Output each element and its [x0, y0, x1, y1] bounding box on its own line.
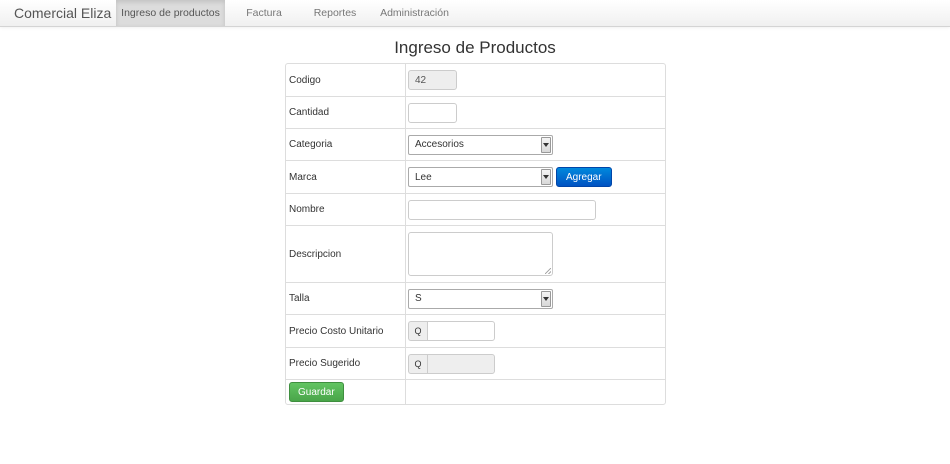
marca-select[interactable]: Lee [408, 167, 553, 187]
brand-logo[interactable]: Comercial Eliza [14, 5, 111, 21]
precio-costo-field[interactable] [427, 321, 495, 341]
precio-sugerido-label: Precio Sugerido [286, 348, 406, 379]
nav-reportes[interactable]: Reportes [302, 0, 368, 26]
row-nombre: Nombre [286, 193, 665, 225]
descripcion-label: Descripcion [286, 226, 406, 282]
precio-sugerido-field[interactable] [427, 353, 495, 374]
categoria-select[interactable]: Accesorios [408, 134, 553, 155]
categoria-label: Categoria [286, 129, 406, 160]
row-actions: Guardar [286, 379, 665, 404]
cantidad-field[interactable] [408, 102, 457, 123]
marca-selected-value: Lee [415, 171, 432, 183]
talla-label: Talla [286, 283, 406, 314]
top-navbar: Comercial Eliza Ingreso de productos Fac… [0, 0, 950, 27]
categoria-selected-value: Accesorios [415, 139, 464, 150]
marca-label: Marca [286, 161, 406, 193]
descripcion-textarea[interactable] [408, 232, 553, 276]
currency-addon: Q [408, 321, 427, 341]
resize-grip-icon[interactable] [545, 268, 551, 274]
row-cantidad: Cantidad [286, 96, 665, 128]
row-talla: Talla S [286, 282, 665, 314]
nav-ingreso-productos[interactable]: Ingreso de productos [116, 0, 225, 26]
page-title: Ingreso de Productos [394, 38, 556, 57]
row-descripcion: Descripcion [286, 225, 665, 282]
precio-costo-label: Precio Costo Unitario [286, 315, 406, 347]
row-codigo: Codigo 42 [286, 64, 665, 96]
chevron-down-icon [541, 136, 551, 153]
nombre-field[interactable] [408, 199, 596, 220]
precio-costo-group: Q [408, 321, 495, 341]
row-marca: Marca Lee Agregar [286, 160, 665, 193]
agregar-marca-button[interactable]: Agregar [556, 167, 612, 187]
codigo-field[interactable]: 42 [408, 70, 457, 90]
guardar-button[interactable]: Guardar [289, 382, 344, 402]
product-form-table: Codigo 42 Cantidad Categoria Accesorios … [285, 63, 666, 405]
nombre-label: Nombre [286, 194, 406, 225]
talla-selected-value: S [415, 293, 422, 304]
row-precio-costo: Precio Costo Unitario Q [286, 314, 665, 347]
chevron-down-icon [541, 290, 551, 307]
talla-select[interactable]: S [408, 288, 553, 309]
codigo-label: Codigo [286, 64, 406, 96]
chevron-down-icon [541, 169, 551, 185]
row-categoria: Categoria Accesorios [286, 128, 665, 160]
cantidad-label: Cantidad [286, 97, 406, 128]
currency-addon: Q [408, 353, 427, 374]
precio-sugerido-group: Q [408, 353, 495, 374]
nav-factura[interactable]: Factura [226, 0, 302, 26]
nav-administracion[interactable]: Administración [368, 0, 461, 26]
row-precio-sugerido: Precio Sugerido Q [286, 347, 665, 379]
